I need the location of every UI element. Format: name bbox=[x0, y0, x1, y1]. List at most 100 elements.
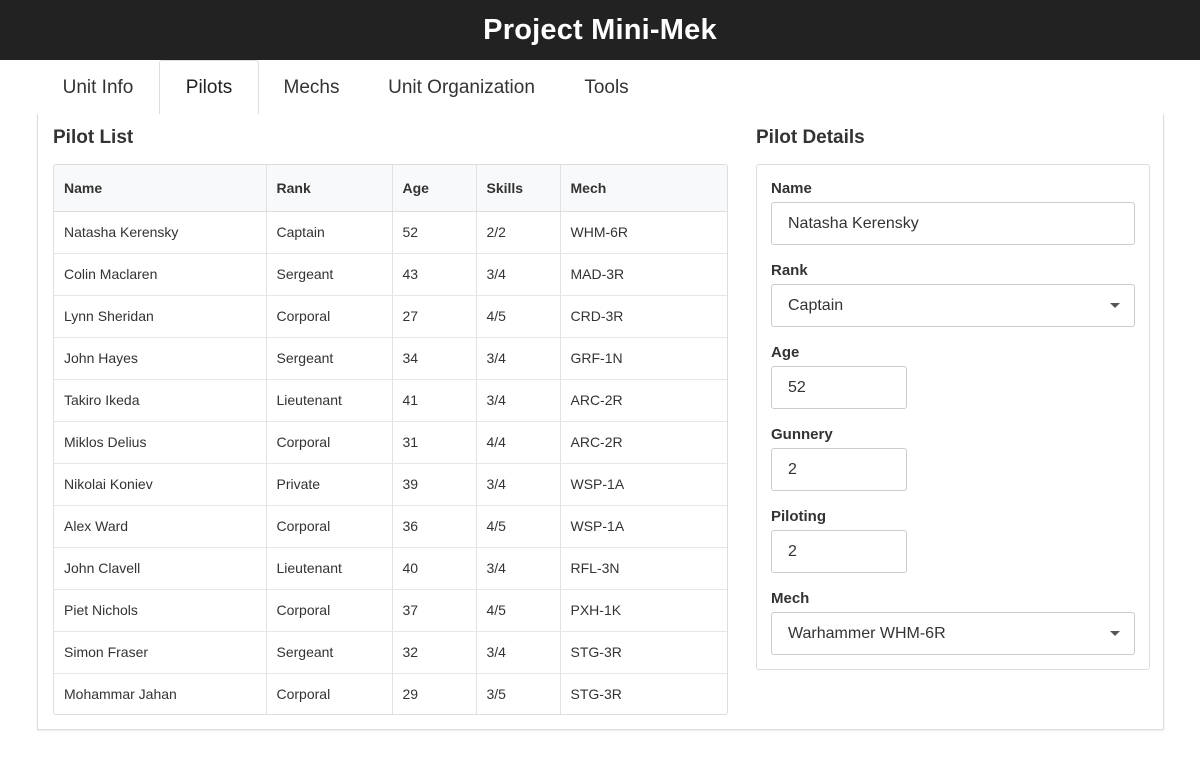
table-row[interactable]: Alex Ward Corporal 36 4/5 WSP-1A bbox=[54, 505, 727, 548]
cell-skills: 3/4 bbox=[476, 337, 561, 380]
cell-skills: 4/5 bbox=[476, 295, 561, 338]
cell-rank: Sergeant bbox=[266, 337, 393, 380]
cell-age: 29 bbox=[392, 673, 477, 714]
gunnery-label: Gunnery bbox=[771, 426, 833, 443]
column-header-name[interactable]: Name bbox=[54, 165, 267, 212]
chevron-down-icon bbox=[1110, 303, 1120, 308]
table-row[interactable]: Natasha Kerensky Captain 52 2/2 WHM-6R bbox=[54, 211, 727, 254]
pilot-details-title: Pilot Details bbox=[756, 127, 865, 148]
cell-skills: 4/5 bbox=[476, 589, 561, 632]
rank-select-value: Captain bbox=[788, 296, 844, 314]
cell-age: 43 bbox=[392, 253, 477, 296]
rank-label: Rank bbox=[771, 262, 808, 279]
age-label: Age bbox=[771, 344, 800, 361]
mech-select-value: Warhammer WHM-6R bbox=[788, 624, 946, 642]
cell-mech: RFL-3N bbox=[560, 547, 727, 590]
tab-tools[interactable]: Tools bbox=[559, 60, 654, 115]
app-title: Project Mini-Mek bbox=[483, 13, 717, 46]
table-row[interactable]: John Hayes Sergeant 34 3/4 GRF-1N bbox=[54, 337, 727, 380]
mech-select[interactable]: Warhammer WHM-6R bbox=[771, 612, 1135, 655]
column-header-rank[interactable]: Rank bbox=[266, 165, 393, 212]
cell-age: 34 bbox=[392, 337, 477, 380]
cell-skills: 3/5 bbox=[476, 673, 561, 714]
table-header-row: Name Rank Age Skills Mech bbox=[54, 165, 727, 212]
chevron-down-icon bbox=[1110, 631, 1120, 636]
tab-unit-organization[interactable]: Unit Organization bbox=[364, 60, 559, 115]
table-row[interactable]: Nikolai Koniev Private 39 3/4 WSP-1A bbox=[54, 463, 727, 506]
tab-mechs[interactable]: Mechs bbox=[259, 60, 364, 115]
pilot-details-form: Name Natasha Kerensky Rank Captain Age 5… bbox=[756, 164, 1150, 670]
cell-name: Colin Maclaren bbox=[54, 253, 267, 296]
cell-mech: STG-3R bbox=[560, 631, 727, 674]
table-row[interactable]: Simon Fraser Sergeant 32 3/4 STG-3R bbox=[54, 631, 727, 674]
cell-rank: Sergeant bbox=[266, 253, 393, 296]
cell-skills: 4/5 bbox=[476, 505, 561, 548]
cell-rank: Corporal bbox=[266, 589, 393, 632]
cell-name: Nikolai Koniev bbox=[54, 463, 267, 506]
app-header: Project Mini-Mek bbox=[0, 0, 1200, 60]
cell-name: John Clavell bbox=[54, 547, 267, 590]
column-header-age[interactable]: Age bbox=[392, 165, 477, 212]
gunnery-field[interactable]: 2 bbox=[771, 448, 907, 491]
cell-name: Piet Nichols bbox=[54, 589, 267, 632]
column-header-mech[interactable]: Mech bbox=[560, 165, 727, 212]
piloting-label: Piloting bbox=[771, 508, 826, 525]
cell-skills: 3/4 bbox=[476, 379, 561, 422]
table-row[interactable]: Miklos Delius Corporal 31 4/4 ARC-2R bbox=[54, 421, 727, 464]
cell-age: 31 bbox=[392, 421, 477, 464]
cell-rank: Captain bbox=[266, 211, 393, 254]
cell-skills: 2/2 bbox=[476, 211, 561, 254]
tab-bar: Unit Info Pilots Mechs Unit Organization… bbox=[37, 60, 1164, 116]
cell-rank: Corporal bbox=[266, 673, 393, 714]
cell-skills: 3/4 bbox=[476, 253, 561, 296]
cell-age: 36 bbox=[392, 505, 477, 548]
cell-name: Mohammar Jahan bbox=[54, 673, 267, 714]
pilot-list-title: Pilot List bbox=[53, 127, 134, 148]
cell-name: Lynn Sheridan bbox=[54, 295, 267, 338]
cell-name: John Hayes bbox=[54, 337, 267, 380]
column-header-skills[interactable]: Skills bbox=[476, 165, 561, 212]
cell-age: 37 bbox=[392, 589, 477, 632]
table-row[interactable]: John Clavell Lieutenant 40 3/4 RFL-3N bbox=[54, 547, 727, 590]
cell-name: Alex Ward bbox=[54, 505, 267, 548]
tab-unit-info[interactable]: Unit Info bbox=[37, 60, 159, 115]
cell-age: 52 bbox=[392, 211, 477, 254]
pilots-panel: Pilot List Name Rank Age Skills Mech Nat… bbox=[37, 114, 1164, 730]
cell-mech: PXH-1K bbox=[560, 589, 727, 632]
cell-age: 41 bbox=[392, 379, 477, 422]
cell-name: Takiro Ikeda bbox=[54, 379, 267, 422]
cell-mech: STG-3R bbox=[570, 686, 622, 703]
cell-rank: Private bbox=[266, 463, 393, 506]
age-field[interactable]: 52 bbox=[771, 366, 907, 409]
table-row[interactable]: Piet Nichols Corporal 37 4/5 PXH-1K bbox=[54, 589, 727, 632]
cell-name: Simon Fraser bbox=[54, 631, 267, 674]
cell-name: Natasha Kerensky bbox=[54, 211, 267, 254]
cell-rank: Lieutenant bbox=[266, 379, 393, 422]
rank-select[interactable]: Captain bbox=[771, 284, 1135, 327]
cell-age: 40 bbox=[392, 547, 477, 590]
cell-mech: ARC-2R bbox=[560, 421, 727, 464]
table-row[interactable]: Lynn Sheridan Corporal 27 4/5 CRD-3R bbox=[54, 295, 727, 338]
cell-rank: Sergeant bbox=[266, 631, 393, 674]
cell-age: 39 bbox=[392, 463, 477, 506]
cell-age: 27 bbox=[392, 295, 477, 338]
cell-skills: 3/4 bbox=[476, 547, 561, 590]
tab-pilots[interactable]: Pilots bbox=[159, 60, 259, 116]
pilot-table: Name Rank Age Skills Mech Natasha Kerens… bbox=[53, 164, 728, 715]
cell-rank: Lieutenant bbox=[266, 547, 393, 590]
table-row[interactable]: Colin Maclaren Sergeant 43 3/4 MAD-3R bbox=[54, 253, 727, 296]
cell-mech: CRD-3R bbox=[560, 295, 727, 338]
table-row[interactable]: Mohammar Jahan Corporal 29 3/5 STG-3R bbox=[54, 673, 727, 714]
cell-rank: Corporal bbox=[266, 421, 393, 464]
cell-rank: Corporal bbox=[266, 505, 393, 548]
piloting-field[interactable]: 2 bbox=[771, 530, 907, 573]
table-row[interactable]: Takiro Ikeda Lieutenant 41 3/4 ARC-2R bbox=[54, 379, 727, 422]
cell-name: Miklos Delius bbox=[54, 421, 267, 464]
mech-label: Mech bbox=[771, 590, 810, 607]
cell-mech: WSP-1A bbox=[560, 505, 727, 548]
name-field[interactable]: Natasha Kerensky bbox=[771, 202, 1135, 245]
cell-skills: 3/4 bbox=[476, 631, 561, 674]
cell-rank: Corporal bbox=[266, 295, 393, 338]
name-label: Name bbox=[771, 180, 812, 197]
cell-skills: 4/4 bbox=[476, 421, 561, 464]
